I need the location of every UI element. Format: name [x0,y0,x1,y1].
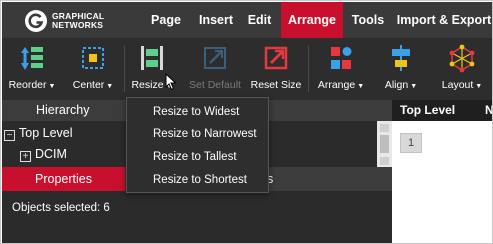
gn-logo-icon [25,10,47,32]
resize-label: Resize [131,79,164,91]
reset-size-button[interactable]: Reset Size [247,38,305,100]
collapse-icon[interactable]: − [4,130,15,141]
chevron-down-icon: ▼ [106,83,114,90]
scroll-up-arrow[interactable] [380,124,389,132]
menu-item-resize-widest[interactable]: Resize to Widest [127,101,268,123]
properties-panel: Objects selected: 6 [2,191,392,243]
chevron-down-icon: ▼ [475,83,483,90]
expand-icon[interactable]: + [20,151,31,162]
tab-next[interactable]: N [485,103,492,117]
tab-top-level[interactable]: Top Level [400,103,455,117]
chevron-down-icon: ▼ [48,83,56,90]
layout-label: Layout [441,79,474,91]
menu-page[interactable]: Page [141,2,191,38]
objects-selected-text: Objects selected: 6 [12,202,110,214]
page-tabs: Top Level N [392,100,492,121]
menu-item-resize-tallest[interactable]: Resize to Tallest [127,146,268,168]
hierarchy-scrollbar[interactable] [377,121,392,167]
scrollbar-thumb[interactable] [380,135,389,153]
set-default-label: Set Default [189,79,241,91]
reorder-label: Reorder [8,79,47,91]
menu-import-export[interactable]: Import & Export [395,2,492,38]
reorder-icon [21,47,43,70]
reset-size-label: Reset Size [250,79,302,91]
chevron-down-icon: ▼ [410,83,418,90]
menu-edit[interactable]: Edit [241,2,278,38]
reorder-button[interactable]: Reorder ▼ [4,38,60,100]
align-button[interactable]: Align ▼ [374,38,428,100]
align-icon [392,45,410,71]
resize-icon [141,46,163,70]
center-icon [82,47,104,69]
arrange-icon [331,47,352,69]
set-default-button[interactable]: Set Default [185,38,245,100]
menu-item-resize-narrowest[interactable]: Resize to Narrowest [127,123,268,145]
resize-dropdown-menu: Resize to Widest Resize to Narrowest Res… [126,97,269,193]
logo-text: GRAPHICAL NETWORKS [52,12,104,30]
align-label: Align [384,79,409,91]
center-button[interactable]: Center ▼ [64,38,122,100]
logo-line2: NETWORKS [52,20,104,30]
arrange-button[interactable]: Arrange ▼ [313,38,369,100]
center-label: Center [72,79,105,91]
app-window: GRAPHICAL NETWORKS Page Insert Edit Arra… [0,0,493,244]
mouse-pointer-icon [165,73,177,91]
menu-tools[interactable]: Tools [343,2,393,38]
reset-size-icon [264,46,288,70]
tab-properties[interactable]: Properties [2,167,125,191]
menu-insert[interactable]: Insert [191,2,241,38]
toolbar-divider [308,46,309,92]
toolbar-divider [124,46,125,92]
tree-item-top-level[interactable]: − Top Level [4,123,73,143]
page-number-badge[interactable]: 1 [400,133,422,153]
tree-item-label: Top Level [19,126,73,140]
app-logo: GRAPHICAL NETWORKS [24,9,134,33]
menu-bar: GRAPHICAL NETWORKS Page Insert Edit Arra… [2,2,492,38]
scroll-down-arrow[interactable] [380,157,389,165]
layout-icon [449,44,475,73]
arrange-toolbar: Reorder ▼ Center ▼ Resize ▼ Set Default … [2,38,492,100]
menu-arrange[interactable]: Arrange [281,2,343,38]
diagram-canvas[interactable]: 1 [392,121,492,243]
tree-item-dcim[interactable]: + DCIM [20,144,67,164]
set-default-icon [204,47,226,69]
arrange-label: Arrange [317,79,356,91]
hierarchy-title: Hierarchy [36,103,90,117]
chevron-down-icon: ▼ [357,83,365,90]
menu-item-resize-shortest[interactable]: Resize to Shortest [127,169,268,191]
tree-item-label: DCIM [35,147,67,161]
layout-button[interactable]: Layout ▼ [434,38,490,100]
